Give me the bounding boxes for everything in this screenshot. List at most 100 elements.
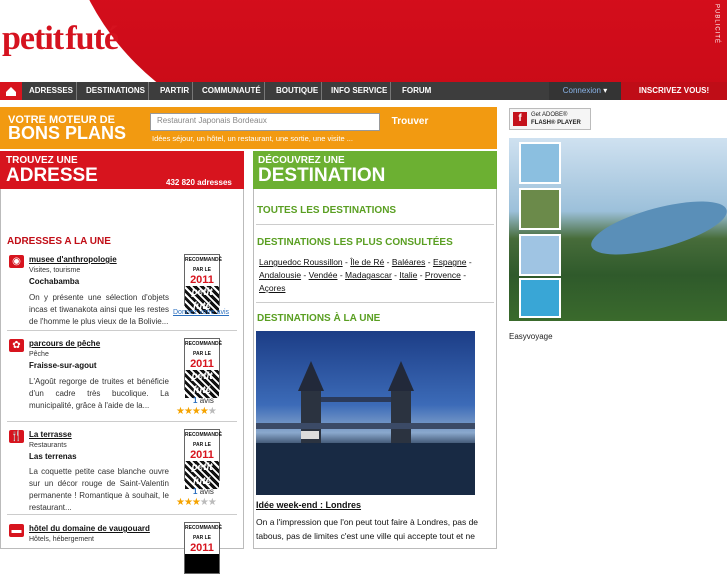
flash-line1: Get ADOBE® <box>531 112 568 118</box>
nav-adresses[interactable]: ADRESSES <box>26 82 78 100</box>
entry-city: Cochabamba <box>29 277 80 286</box>
badge-logo: petit futé <box>185 461 219 489</box>
london-description: On a l'impression que l'on peut tout fai… <box>256 517 479 541</box>
dest-link[interactable]: Languedoc Roussillon <box>259 257 343 267</box>
publicite-text: PUBLICITÉ <box>713 4 720 45</box>
publicite-label: PUBLICITÉ <box>711 4 721 80</box>
ad-thumb <box>519 142 561 184</box>
dest-link[interactable]: Vendée <box>309 270 338 280</box>
nav-boutique[interactable]: BOUTIQUE <box>273 82 323 100</box>
ad-caption: Easyvoyage <box>509 332 553 341</box>
entry-category: Visites, tourisme <box>29 267 81 274</box>
restaurant-icon: 🍴 <box>9 430 24 443</box>
separator <box>256 224 494 225</box>
nav-forum[interactable]: FORUM <box>399 82 434 100</box>
connexion-dropdown[interactable]: Connexion ▾ <box>549 82 621 100</box>
recommande-badge: RECOMMANDÉ PAR LE 2011 petit futé <box>184 254 222 314</box>
advertisement-image[interactable] <box>509 138 727 321</box>
nav-destinations[interactable]: DESTINATIONS <box>83 82 149 100</box>
avis-number: 1 <box>193 396 198 405</box>
tower-bridge-illustration <box>256 361 475 495</box>
badge-top: RECOMMANDÉ PAR LE <box>185 430 222 450</box>
header: petit futé PUBLICITÉ <box>0 0 727 82</box>
dest-link[interactable]: Italie <box>399 270 417 280</box>
badge-year: 2011 <box>185 275 219 286</box>
main-nav: ADRESSES DESTINATIONS PARTIR COMMUNAUTÉ … <box>0 82 727 100</box>
nav-partir[interactable]: PARTIR <box>157 82 194 100</box>
home-button[interactable] <box>0 82 22 100</box>
entry-description: L'Agoût regorge de truites et bénéficie … <box>29 377 169 410</box>
separator <box>7 330 237 331</box>
avis-count: 1 avis <box>193 487 214 496</box>
site-logo[interactable]: petit futé <box>2 20 119 58</box>
toutes-destinations-link[interactable]: TOUTES LES DESTINATIONS <box>257 205 396 216</box>
home-icon <box>6 87 16 96</box>
plus-consultees-title: DESTINATIONS LES PLUS CONSULTÉES <box>257 237 453 248</box>
separator <box>7 421 237 422</box>
entry-city: Fraisse-sur-agout <box>29 361 97 370</box>
ad-thumb <box>519 234 561 276</box>
destinations-une-title: DESTINATIONS À LA UNE <box>257 313 381 324</box>
dest-link[interactable]: Espagne <box>433 257 467 267</box>
dest-link[interactable]: Île de Ré <box>350 257 384 267</box>
badge-logo: petit futé <box>185 370 219 398</box>
logo-word-petit: petit <box>2 20 64 57</box>
entry-category: Hôtels, hébergement <box>29 536 94 543</box>
avis-label: avis <box>199 487 214 496</box>
badge-top: RECOMMANDÉ PAR LE <box>185 255 222 275</box>
dest-link[interactable]: Provence <box>425 270 461 280</box>
avis-count: 1 avis <box>193 396 214 405</box>
inscrivez-button[interactable]: INSCRIVEZ VOUS! <box>621 82 727 100</box>
entry-category: Pêche <box>29 351 49 358</box>
entry-name[interactable]: hôtel du domaine de vaugouard <box>29 524 150 533</box>
entry-description: La coquette petite case blanche ouvre su… <box>29 467 169 512</box>
adresse-header-large: ADRESSE <box>6 165 98 186</box>
nav-info-service[interactable]: INFO SERVICE <box>328 82 392 100</box>
logo-word-fute: futé <box>65 20 119 57</box>
dest-link[interactable]: Baléares <box>392 257 426 267</box>
rating-stars: ★★★★★ <box>176 406 217 417</box>
destination-links: Languedoc Roussillon - Île de Ré - Baléa… <box>259 257 472 293</box>
dest-link[interactable]: Andalousie <box>259 270 301 280</box>
flash-icon: f <box>513 112 527 126</box>
fishing-icon: ✿ <box>9 339 24 352</box>
entry-name[interactable]: parcours de pêche <box>29 339 100 348</box>
chevron-down-icon: ▾ <box>603 86 608 95</box>
connexion-label: Connexion <box>562 86 601 95</box>
separator <box>7 514 237 515</box>
dest-link[interactable]: Açores <box>259 283 285 293</box>
nav-communaute[interactable]: COMMUNAUTÉ <box>199 82 265 100</box>
adresses-une-title: ADRESSES A LA UNE <box>7 236 111 247</box>
donnez-avis-link[interactable]: Donnez votre avis <box>173 309 229 316</box>
ad-thumb <box>519 278 561 318</box>
ad-thumb <box>519 188 561 230</box>
avis-label: avis <box>199 396 214 405</box>
ad-lake <box>586 190 727 266</box>
dest-link[interactable]: Madagascar <box>345 270 392 280</box>
avis-number: 1 <box>193 487 198 496</box>
entry-category: Restaurants <box>29 442 67 449</box>
london-photo[interactable] <box>256 331 475 495</box>
entry-name[interactable]: La terrasse <box>29 430 72 439</box>
separator <box>256 302 494 303</box>
destination-header-large: DESTINATION <box>258 165 386 186</box>
search-hint: Idées séjour, un hôtel, un restaurant, u… <box>152 134 353 143</box>
flash-line2: FLASH® PLAYER <box>531 120 581 126</box>
badge-year: 2011 <box>185 359 219 370</box>
search-input[interactable]: Restaurant Japonais Bordeaux <box>150 113 380 131</box>
flash-player-badge[interactable]: f Get ADOBE® FLASH® PLAYER <box>509 108 591 130</box>
eye-icon: ◉ <box>9 255 24 268</box>
adresse-count: 432 820 adresses <box>166 178 232 187</box>
header-banner <box>60 0 727 82</box>
entry-name[interactable]: musee d'anthropologie <box>29 255 117 264</box>
bed-icon: ▬ <box>9 524 24 537</box>
search-button[interactable]: Trouver <box>384 113 436 131</box>
badge-year: 2011 <box>185 450 219 461</box>
london-title-link[interactable]: Idée week-end : Londres <box>256 500 361 510</box>
recommande-badge: RECOMMANDÉ PAR LE 2011 petit futé <box>184 429 222 489</box>
recommande-badge: RECOMMANDÉ PAR LE 2011 <box>184 522 222 574</box>
badge-top: RECOMMANDÉ PAR LE <box>185 339 222 359</box>
rating-stars: ★★★★★ <box>176 497 217 508</box>
badge-top: RECOMMANDÉ PAR LE <box>185 523 222 543</box>
search-heading-large: BONS PLANS <box>8 123 127 143</box>
